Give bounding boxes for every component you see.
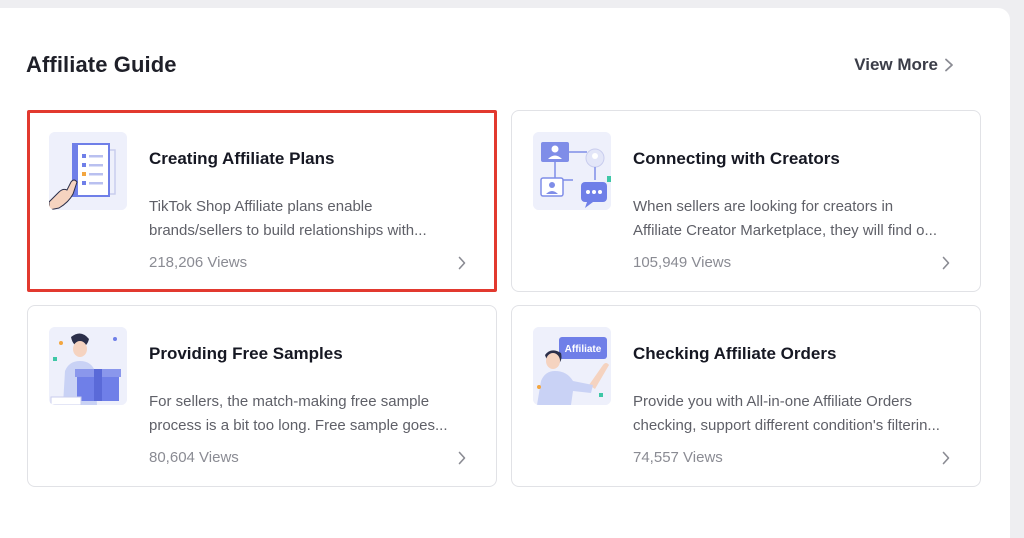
person-with-sample-box-icon [49, 327, 127, 405]
creator-network-chat-icon [533, 132, 611, 210]
card-description: TikTok Shop Affiliate plans enable brand… [149, 198, 427, 239]
guide-card-checking-affiliate-orders[interactable]: Affiliate Checking Affiliate Orders Prov… [511, 305, 981, 487]
affiliate-plan-document-icon [49, 132, 127, 210]
guide-card-connecting-with-creators[interactable]: Connecting with Creators When sellers ar… [511, 110, 981, 292]
card-views: 218,206 Views [149, 254, 248, 271]
chevron-right-icon [945, 58, 953, 72]
chevron-right-icon [458, 256, 466, 270]
person-with-affiliate-badge-icon: Affiliate [533, 327, 611, 405]
view-more-link[interactable]: View More [854, 55, 954, 75]
card-description: Provide you with All-in-one Affiliate Or… [633, 393, 940, 434]
guide-card-providing-free-samples[interactable]: Providing Free Samples For sellers, the … [27, 305, 497, 487]
card-title: Connecting with Creators [633, 149, 840, 168]
guide-card-creating-affiliate-plans[interactable]: Creating Affiliate Plans TikTok Shop Aff… [27, 110, 497, 292]
card-views: 80,604 Views [149, 449, 239, 466]
card-title: Providing Free Samples [149, 344, 343, 363]
card-title: Creating Affiliate Plans [149, 149, 335, 168]
chevron-right-icon [942, 256, 950, 270]
chevron-right-icon [458, 451, 466, 465]
card-title: Checking Affiliate Orders [633, 344, 837, 363]
section-title: Affiliate Guide [26, 52, 177, 77]
affiliate-badge-label: Affiliate [565, 344, 602, 355]
view-more-label: View More [854, 55, 938, 74]
card-views: 105,949 Views [633, 254, 732, 271]
card-description: When sellers are looking for creators in… [633, 198, 938, 239]
card-description: For sellers, the match-making free sampl… [149, 393, 448, 434]
chevron-right-icon [942, 451, 950, 465]
card-views: 74,557 Views [633, 449, 723, 466]
